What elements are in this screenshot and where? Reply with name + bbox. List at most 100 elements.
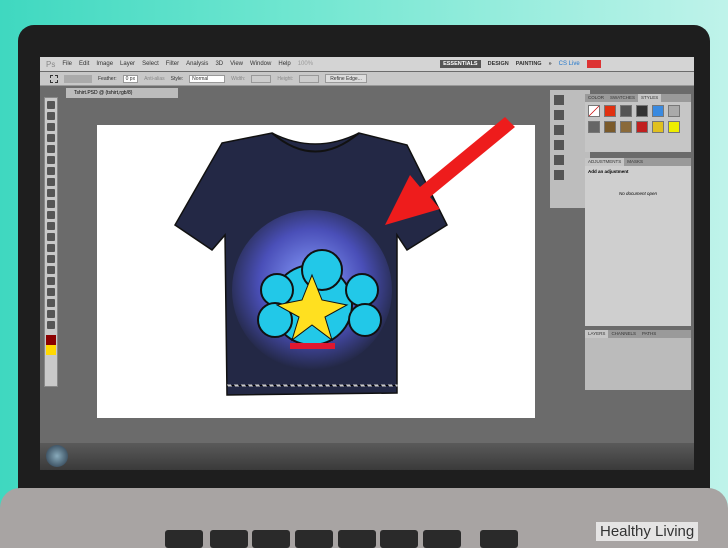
refine-edge-button[interactable]: Refine Edge... (325, 74, 367, 83)
hand-tool-icon[interactable] (47, 310, 55, 318)
style-swatch[interactable] (588, 105, 600, 117)
close-window-button[interactable] (586, 60, 601, 68)
watermark-logo: Healthy Living (596, 522, 699, 541)
tools-presets-icon[interactable] (554, 155, 564, 165)
screen: Ps File Edit Image Layer Select Filter A… (40, 57, 694, 470)
height-label: Height: (277, 75, 294, 82)
style-label: Style: (170, 75, 184, 82)
workspace-design[interactable]: DESIGN (488, 61, 509, 67)
type-tool-icon[interactable] (47, 266, 55, 274)
style-swatch[interactable] (636, 105, 648, 117)
options-bar: Feather: 0 px Anti-alias Style: Normal W… (40, 72, 694, 86)
taskbar (40, 443, 694, 470)
style-swatch[interactable] (620, 121, 632, 133)
menu-view[interactable]: View (230, 61, 243, 67)
marquee-icon[interactable] (50, 74, 58, 83)
zoom-level[interactable]: 100% (298, 61, 313, 67)
layers-panel: LAYERS CHANNELS PATHS (585, 330, 691, 390)
feather-input[interactable]: 0 px (122, 74, 139, 83)
brush-panel-icon[interactable] (554, 170, 564, 180)
menu-analysis[interactable]: Analysis (186, 61, 208, 67)
style-swatch[interactable] (588, 121, 600, 133)
document-tab[interactable]: Tshirt.PSD @ (tshirt,rgb/8) (66, 88, 178, 98)
foreground-color-swatch[interactable] (46, 335, 56, 345)
style-swatch[interactable] (652, 105, 664, 117)
start-button[interactable] (46, 445, 68, 467)
height-input[interactable] (299, 74, 320, 83)
3d-rotate-tool-icon[interactable] (47, 299, 55, 307)
healing-tool-icon[interactable] (47, 167, 55, 175)
dodge-tool-icon[interactable] (47, 244, 55, 252)
style-swatch[interactable] (620, 105, 632, 117)
history-panel-icon[interactable] (554, 95, 564, 105)
tab-masks[interactable]: MASKS (624, 158, 646, 166)
tab-styles[interactable]: STYLES (638, 94, 662, 102)
menu-bar: Ps File Edit Image Layer Select Filter A… (40, 57, 694, 71)
style-swatch[interactable] (668, 121, 680, 133)
layer-comps-icon[interactable] (554, 125, 564, 135)
selection-mode-icons[interactable] (64, 74, 92, 83)
menu-edit[interactable]: Edit (79, 61, 89, 67)
menu-image[interactable]: Image (96, 61, 113, 67)
style-swatch[interactable] (652, 121, 664, 133)
key (480, 530, 518, 548)
background-color-swatch[interactable] (46, 345, 56, 355)
eraser-tool-icon[interactable] (47, 211, 55, 219)
blur-tool-icon[interactable] (47, 233, 55, 241)
style-swatch[interactable] (604, 121, 616, 133)
workspace-painting[interactable]: PAINTING (516, 61, 542, 67)
red-arrow-annotation (385, 117, 515, 225)
styles-panel: COLOR SWATCHES STYLES (585, 94, 691, 152)
menu-file[interactable]: File (62, 61, 72, 67)
zoom-tool-icon[interactable] (47, 321, 55, 329)
actions-panel-icon[interactable] (554, 110, 564, 120)
adjustments-panel: ADJUSTMENTS MASKS Add an adjustment No d… (585, 158, 691, 326)
marquee-tool-icon[interactable] (47, 112, 55, 120)
eyedropper-tool-icon[interactable] (47, 156, 55, 164)
stamp-tool-icon[interactable] (47, 189, 55, 197)
key (423, 530, 461, 548)
workspace-essentials[interactable]: ESSENTIALS (440, 60, 481, 68)
feather-label: Feather: (98, 75, 117, 82)
menu-layer[interactable]: Layer (120, 61, 135, 67)
cs-live-button[interactable]: CS Live (559, 61, 580, 67)
tab-layers[interactable]: LAYERS (585, 330, 609, 338)
key (338, 530, 376, 548)
gradient-tool-icon[interactable] (47, 222, 55, 230)
menu-window[interactable]: Window (250, 61, 271, 67)
tab-channels[interactable]: CHANNELS (608, 330, 639, 338)
style-swatch[interactable] (668, 105, 680, 117)
key (165, 530, 203, 548)
menu-select[interactable]: Select (142, 61, 159, 67)
menu-help[interactable]: Help (278, 61, 290, 67)
pen-tool-icon[interactable] (47, 255, 55, 263)
menu-3d[interactable]: 3D (215, 61, 223, 67)
key (295, 530, 333, 548)
tab-adjustments[interactable]: ADJUSTMENTS (585, 158, 625, 166)
app-logo: Ps (46, 59, 56, 69)
shape-tool-icon[interactable] (47, 288, 55, 296)
brush-tool-icon[interactable] (47, 178, 55, 186)
tab-color[interactable]: COLOR (585, 94, 607, 102)
key (210, 530, 248, 548)
style-swatch[interactable] (604, 105, 616, 117)
crop-tool-icon[interactable] (47, 145, 55, 153)
tab-swatches[interactable]: SWATCHES (607, 94, 638, 102)
width-label: Width: (231, 75, 246, 82)
menu-filter[interactable]: Filter (166, 61, 179, 67)
tab-paths[interactable]: PATHS (639, 330, 659, 338)
path-select-tool-icon[interactable] (47, 277, 55, 285)
antialias-checkbox[interactable]: Anti-alias (144, 76, 165, 82)
panel-icon-strip (550, 90, 590, 208)
move-tool-icon[interactable] (47, 101, 55, 109)
tools-panel (44, 97, 58, 387)
style-swatch[interactable] (636, 121, 648, 133)
key (252, 530, 290, 548)
workspace-more[interactable]: » (549, 61, 552, 67)
clone-source-icon[interactable] (554, 140, 564, 150)
history-brush-icon[interactable] (47, 200, 55, 208)
lasso-tool-icon[interactable] (47, 123, 55, 131)
width-input[interactable] (251, 74, 272, 83)
style-select[interactable]: Normal (189, 74, 226, 83)
quick-select-tool-icon[interactable] (47, 134, 55, 142)
